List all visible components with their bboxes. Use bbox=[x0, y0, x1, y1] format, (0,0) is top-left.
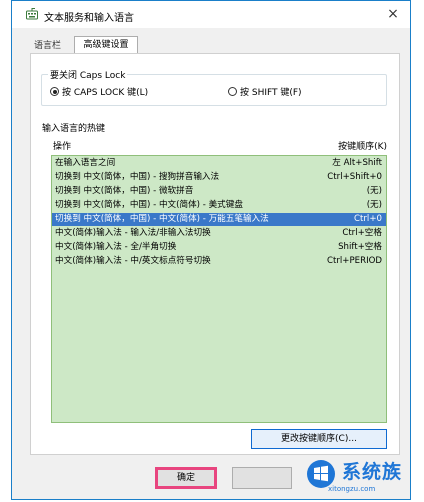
keyboard-app-icon bbox=[26, 8, 38, 20]
dialog-window: 文本服务和输入语言 × 语言栏 高级键设置 要关闭 Caps Lock 按 CA… bbox=[11, 0, 411, 500]
tab-advanced-key-settings[interactable]: 高级键设置 bbox=[74, 36, 138, 54]
column-header-key-sequence[interactable]: 按键顺序(K) bbox=[338, 139, 387, 152]
hotkey-row[interactable]: 切换到 中文(简体，中国) - 搜狗拼音输入法 Ctrl+Shift+0 bbox=[52, 171, 386, 184]
hotkey-action: 在输入语言之间 bbox=[55, 158, 116, 168]
hotkey-row[interactable]: 中文(简体)输入法 - 全/半角切换 Shift+空格 bbox=[52, 241, 386, 254]
hotkeys-group-caption: 输入语言的热键 bbox=[40, 121, 108, 134]
hotkey-keys: Ctrl+Shift+0 bbox=[327, 172, 382, 182]
hotkey-row[interactable]: 中文(简体)输入法 - 输入法/非输入法切换 Ctrl+空格 bbox=[52, 227, 386, 240]
cancel-button[interactable] bbox=[232, 467, 292, 489]
hotkey-row[interactable]: 中文(简体)输入法 - 中/英文标点符号切换 Ctrl+PERIOD bbox=[52, 255, 386, 268]
caps-lock-group: 要关闭 Caps Lock 按 CAPS LOCK 键(L) 按 SHIFT 键… bbox=[41, 68, 387, 106]
hotkey-row[interactable]: 切换到 中文(简体，中国) - 中文(简体) - 美式键盘 (无) bbox=[52, 199, 386, 212]
watermark-url: xitongzu.com bbox=[328, 485, 376, 493]
hotkey-row[interactable]: 切换到 中文(简体，中国) - 微软拼音 (无) bbox=[52, 185, 386, 198]
caps-lock-key-radio[interactable]: 按 CAPS LOCK 键(L) bbox=[50, 85, 148, 98]
change-key-sequence-button[interactable]: 更改按键顺序(C)... bbox=[251, 429, 387, 449]
hotkey-action: 切换到 中文(简体，中国) - 搜狗拼音输入法 bbox=[55, 172, 220, 182]
hotkey-action: 中文(简体)输入法 - 输入法/非输入法切换 bbox=[55, 228, 211, 238]
title-bar[interactable]: 文本服务和输入语言 × bbox=[12, 1, 410, 28]
close-icon: × bbox=[387, 6, 399, 22]
hotkey-keys: 左 Alt+Shift bbox=[332, 158, 382, 168]
hotkey-keys: (无) bbox=[366, 186, 382, 196]
ok-button[interactable]: 确定 bbox=[155, 467, 217, 489]
hotkey-keys: Ctrl+0 bbox=[354, 214, 382, 224]
shift-key-radio[interactable]: 按 SHIFT 键(F) bbox=[228, 85, 302, 98]
window-title: 文本服务和输入语言 bbox=[44, 13, 134, 24]
site-watermark: 系统族 xitongzu.com bbox=[300, 453, 415, 499]
hotkey-action: 切换到 中文(简体，中国) - 中文(简体) - 美式键盘 bbox=[55, 200, 243, 210]
hotkey-keys: Ctrl+PERIOD bbox=[327, 256, 382, 266]
hotkey-action: 切换到 中文(简体，中国) - 中文(简体) - 万能五笔输入法 bbox=[55, 214, 269, 224]
caps-lock-key-label: 按 CAPS LOCK 键(L) bbox=[62, 88, 149, 98]
close-button[interactable]: × bbox=[382, 5, 404, 23]
hotkeys-column-headers: 操作 按键顺序(K) bbox=[51, 139, 387, 152]
hotkey-row[interactable]: 在输入语言之间 左 Alt+Shift bbox=[52, 157, 386, 170]
hotkeys-list[interactable]: 在输入语言之间 左 Alt+Shift 切换到 中文(简体，中国) - 搜狗拼音… bbox=[51, 155, 387, 423]
hotkey-action: 中文(简体)输入法 - 中/英文标点符号切换 bbox=[55, 256, 211, 266]
column-header-action: 操作 bbox=[53, 142, 72, 152]
tab-language-bar[interactable]: 语言栏 bbox=[30, 38, 65, 54]
hotkey-action: 切换到 中文(简体，中国) - 微软拼音 bbox=[55, 186, 194, 196]
hotkeys-group: 输入语言的热键 操作 按键顺序(K) 在输入语言之间 左 Alt+Shift 切… bbox=[40, 121, 397, 449]
caps-lock-group-caption: 要关闭 Caps Lock bbox=[48, 68, 128, 81]
hotkey-row-selected[interactable]: 切换到 中文(简体，中国) - 中文(简体) - 万能五笔输入法 Ctrl+0 bbox=[52, 213, 386, 226]
hotkey-keys: Ctrl+空格 bbox=[342, 228, 382, 238]
radio-selected-icon bbox=[50, 87, 59, 96]
hotkey-keys: Shift+空格 bbox=[338, 242, 382, 252]
shift-key-label: 按 SHIFT 键(F) bbox=[240, 88, 302, 98]
hotkey-action: 中文(简体)输入法 - 全/半角切换 bbox=[55, 242, 177, 252]
radio-unselected-icon bbox=[228, 87, 237, 96]
advanced-key-settings-panel: 要关闭 Caps Lock 按 CAPS LOCK 键(L) 按 SHIFT 键… bbox=[30, 53, 400, 455]
hotkey-keys: (无) bbox=[366, 200, 382, 210]
watermark-brand: 系统族 bbox=[342, 461, 403, 483]
